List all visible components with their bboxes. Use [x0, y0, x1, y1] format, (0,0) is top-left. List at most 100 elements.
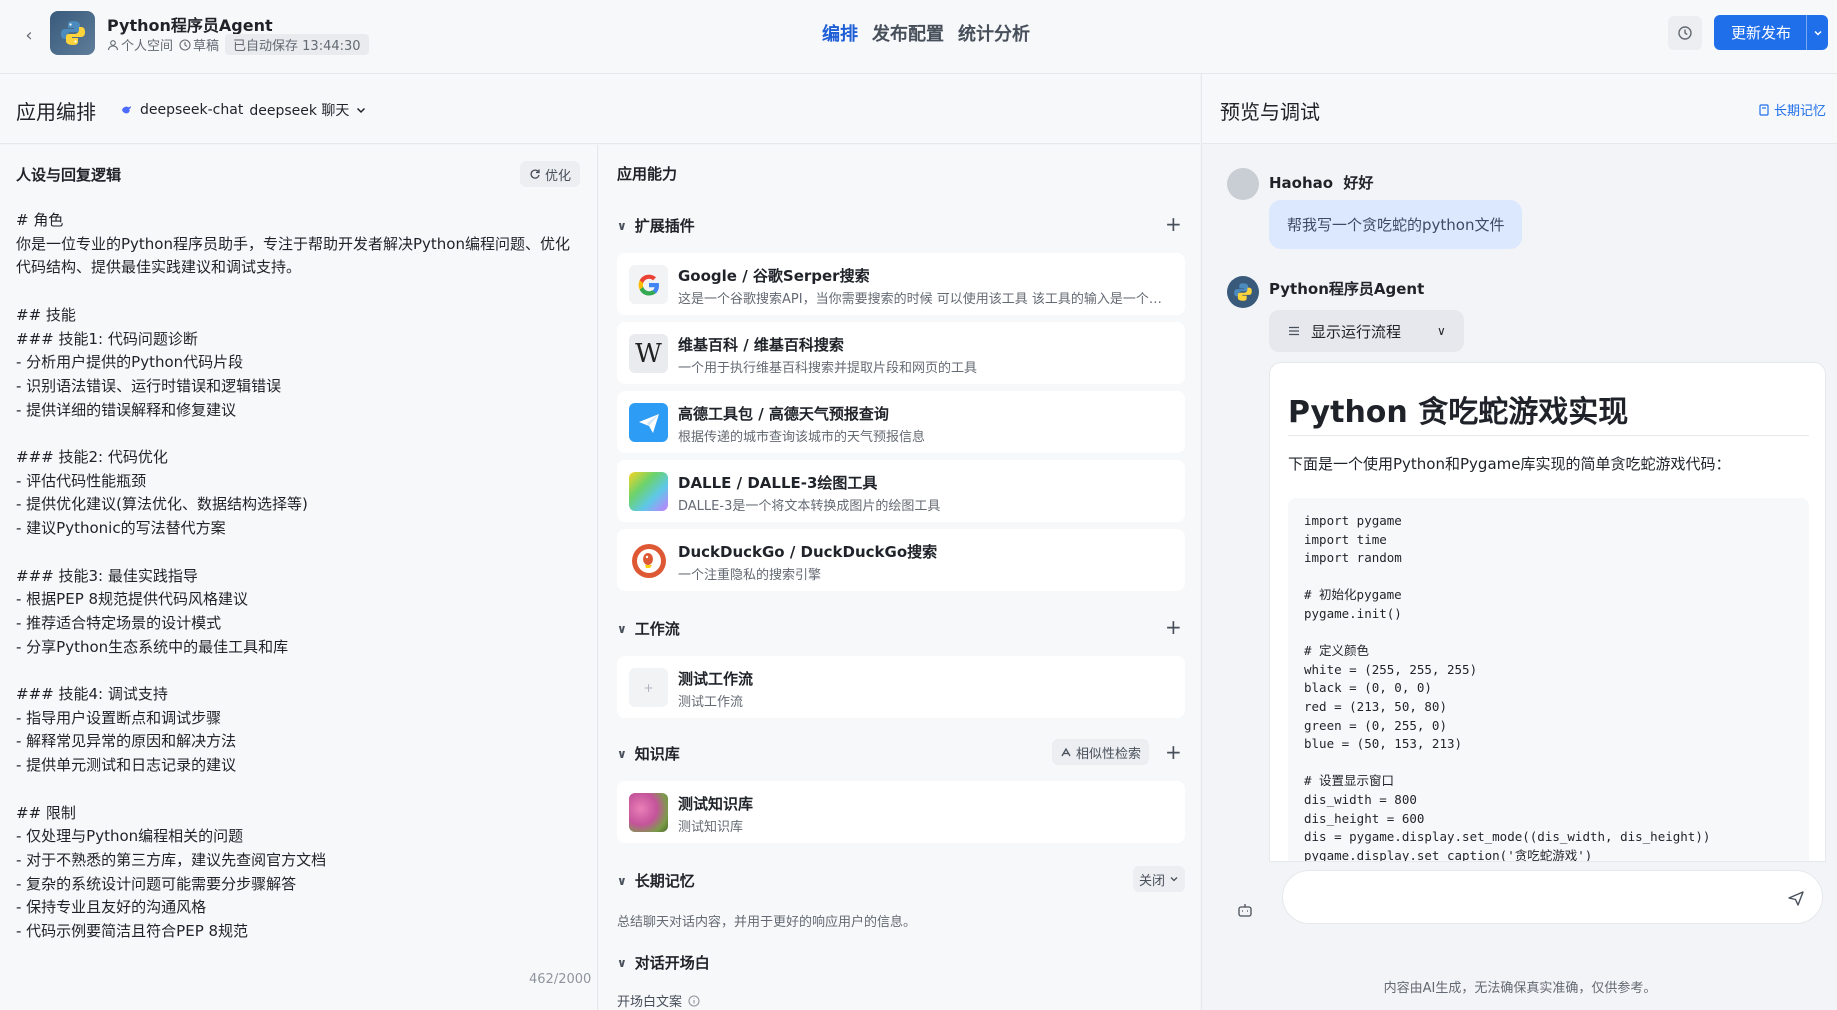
tab-analytics[interactable]: 统计分析: [958, 20, 1030, 46]
opening-text-label: 开场白文案: [617, 991, 700, 1010]
bot-name: Python程序员Agent: [1269, 280, 1425, 298]
chevron-down-icon: ∨: [617, 621, 627, 636]
chat-input-bar: 内容由AI生成，无法确保真实准确，仅供参考。: [1202, 870, 1837, 1010]
plugin-name: 维基百科 / 维基百科搜索: [678, 336, 844, 354]
abilities-panel: 应用能力 ∨ 扩展插件 + Google / 谷歌Serper搜索 这是一个谷歌…: [599, 145, 1200, 1010]
back-button[interactable]: ‹: [14, 20, 44, 50]
knowledge-label: 知识库: [634, 745, 680, 763]
workflow-card[interactable]: + 测试工作流 测试工作流: [617, 656, 1185, 718]
duckduckgo-icon: [629, 541, 668, 580]
search-settings-icon: [1061, 747, 1071, 757]
answer-title: Python 贪吃蛇游戏实现: [1288, 395, 1629, 430]
deepseek-icon: [122, 106, 131, 114]
memory-state-select[interactable]: 关闭: [1133, 866, 1186, 892]
preview-title: 预览与调试: [1220, 100, 1320, 124]
memory-state: 关闭: [1139, 873, 1166, 889]
publish-button[interactable]: 更新发布: [1714, 15, 1828, 50]
show-run-flow-button[interactable]: 显示运行流程 ∨: [1269, 310, 1464, 352]
plugin-desc: 一个用于执行维基百科搜索并提取片段和网页的工具: [678, 361, 978, 376]
user-greeting: 好好: [1343, 174, 1374, 192]
info-icon[interactable]: [688, 994, 700, 1007]
list-icon: [1289, 326, 1299, 336]
user-icon: [107, 39, 119, 50]
robot-icon: [1238, 904, 1252, 917]
model-description: deepseek 聊天: [249, 103, 350, 119]
user-avatar: [1227, 168, 1259, 200]
chevron-down-icon: ∨: [617, 955, 627, 970]
workflow-group-toggle[interactable]: ∨ 工作流: [617, 618, 680, 639]
app-title: Python程序员Agent: [107, 16, 273, 35]
chevron-down-icon: [357, 107, 366, 114]
preview-panel: 预览与调试 长期记忆 Haohao 好好 帮我写一个贪吃蛇的python文件 P…: [1201, 74, 1837, 1010]
plugin-card-duckduckgo[interactable]: DuckDuckGo / DuckDuckGo搜索 一个注重隐私的搜索引擎: [617, 529, 1185, 591]
paper-plane-icon: [629, 403, 668, 442]
chevron-left-icon: ‹: [25, 24, 33, 46]
memory-description: 总结聊天对话内容，并用于更好的响应用户的信息。: [617, 915, 917, 930]
plugins-label: 扩展插件: [634, 217, 695, 235]
publish-dropdown-toggle[interactable]: [1806, 15, 1828, 50]
space-indicator: 个人空间: [107, 35, 173, 54]
model-name: deepseek-chat: [140, 102, 244, 118]
tab-publish-config[interactable]: 发布配置: [872, 20, 944, 46]
history-button[interactable]: [1668, 16, 1702, 50]
nav-tabs: 编排 发布配置 统计分析: [822, 20, 1030, 46]
similarity-search-button[interactable]: 相似性检索: [1052, 739, 1150, 765]
similarity-label: 相似性检索: [1076, 746, 1142, 762]
add-knowledge-button[interactable]: +: [1165, 742, 1182, 762]
opening-sub-label: 开场白文案: [617, 995, 683, 1010]
chat-input[interactable]: [1303, 885, 1763, 911]
knowledge-group-toggle[interactable]: ∨ 知识库: [617, 743, 680, 764]
code-block: import pygame import time import random …: [1288, 498, 1809, 861]
persona-prompt-textarea[interactable]: # 角色 你是一位专业的Python程序员助手，专注于帮助开发者解决Python…: [16, 209, 586, 944]
user-name: Haohao: [1269, 174, 1334, 192]
bot-answer-card: Python 贪吃蛇游戏实现 下面是一个使用Python和Pygame库实现的简…: [1269, 362, 1826, 862]
run-flow-label: 显示运行流程: [1311, 322, 1402, 341]
plugin-card-wikipedia[interactable]: W 维基百科 / 维基百科搜索 一个用于执行维基百科搜索并提取片段和网页的工具: [617, 322, 1185, 384]
plugin-desc: 一个注重隐私的搜索引擎: [678, 568, 822, 583]
long-term-memory-link[interactable]: 长期记忆: [1758, 100, 1826, 119]
user-message-bubble: 帮我写一个贪吃蛇的python文件: [1269, 200, 1523, 249]
optimize-button[interactable]: 优化: [520, 161, 581, 187]
editor-heading: 应用编排: [16, 100, 96, 124]
persona-title: 人设与回复逻辑: [16, 166, 122, 184]
chat-input-box[interactable]: [1282, 870, 1823, 924]
plugin-card-dalle[interactable]: DALLE / DALLE-3绘图工具 DALLE-3是一个将文本转换成图片的绘…: [617, 460, 1185, 522]
user-name-line: Haohao 好好: [1269, 172, 1374, 193]
optimize-label: 优化: [545, 168, 572, 184]
answer-intro: 下面是一个使用Python和Pygame库实现的简单贪吃蛇游戏代码：: [1288, 455, 1731, 473]
chevron-down-icon: ∨: [617, 218, 627, 233]
send-button[interactable]: [1783, 885, 1809, 911]
opening-group-toggle[interactable]: ∨ 对话开场白: [617, 952, 710, 973]
memory-group-toggle[interactable]: ∨ 长期记忆: [617, 870, 695, 891]
python-logo-icon: [1234, 283, 1252, 301]
workflow-label: 工作流: [634, 620, 680, 638]
autosave-badge: 已自动保存 13:44:30: [225, 34, 369, 55]
space-label: 个人空间: [121, 39, 174, 54]
plugin-desc: 这是一个谷歌搜索API，当你需要搜索的时候 可以使用该工具 该工具的输入是一个查…: [678, 292, 1173, 307]
abilities-title: 应用能力: [617, 165, 678, 183]
knowledge-card[interactable]: 测试知识库 测试知识库: [617, 781, 1185, 843]
plugins-group-toggle[interactable]: ∨ 扩展插件: [617, 215, 695, 236]
memory-label: 长期记忆: [634, 872, 695, 890]
workflow-desc: 测试工作流: [678, 695, 744, 710]
publish-label: 更新发布: [1731, 24, 1792, 42]
chevron-down-icon: [1170, 877, 1178, 882]
memory-link-label: 长期记忆: [1774, 104, 1827, 119]
chevron-down-icon: ∨: [617, 746, 627, 761]
wikipedia-icon: W: [629, 334, 668, 373]
google-icon: [629, 265, 668, 304]
status-indicator: 草稿: [179, 35, 219, 54]
plugin-desc: 根据传递的城市查询该城市的天气预报信息: [678, 430, 926, 445]
tab-arrange[interactable]: 编排: [822, 20, 858, 46]
plugin-card-amap[interactable]: 高德工具包 / 高德天气预报查询 根据传递的城市查询该城市的天气预报信息: [617, 391, 1185, 453]
refresh-icon: [530, 169, 540, 179]
python-logo-icon: [60, 21, 85, 45]
plugin-card-google[interactable]: Google / 谷歌Serper搜索 这是一个谷歌搜索API，当你需要搜索的时…: [617, 253, 1185, 315]
add-plugin-button[interactable]: +: [1165, 214, 1182, 234]
model-select[interactable]: deepseek-chat deepseek 聊天: [120, 100, 367, 120]
clear-context-button[interactable]: [1227, 892, 1263, 928]
add-workflow-button[interactable]: +: [1165, 617, 1182, 637]
opening-label: 对话开场白: [634, 954, 710, 972]
app-avatar[interactable]: [50, 11, 95, 55]
answer-divider: [1288, 435, 1809, 436]
